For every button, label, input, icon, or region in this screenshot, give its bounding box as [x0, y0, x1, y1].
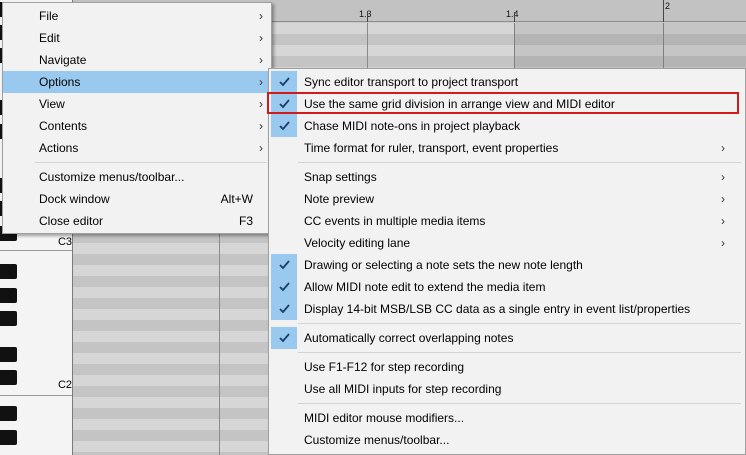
ruler-tick — [367, 12, 368, 22]
menu-separator — [298, 352, 741, 353]
submenu-arrow-icon: › — [721, 214, 725, 228]
menu-separator — [35, 162, 267, 163]
option-14bit-cc[interactable]: Display 14-bit MSB/LSB CC data as a sing… — [269, 298, 745, 320]
menu-item-label: Navigate — [39, 53, 87, 67]
option-label: Chase MIDI note-ons in project playback — [304, 119, 521, 133]
option-label: Automatically correct overlapping notes — [304, 331, 514, 345]
checkmark-icon — [271, 115, 297, 137]
option-note-preview[interactable]: Note preview › — [269, 188, 745, 210]
checkmark-icon — [271, 71, 297, 93]
submenu-arrow-icon: › — [259, 31, 263, 45]
submenu-arrow-icon: › — [259, 97, 263, 111]
option-extend-media-item[interactable]: Allow MIDI note edit to extend the media… — [269, 276, 745, 298]
checkmark-icon — [271, 276, 297, 298]
option-label: Note preview — [304, 192, 375, 206]
octave-label-c3: C3 — [57, 236, 72, 248]
menu-separator — [298, 323, 741, 324]
option-correct-overlapping[interactable]: Automatically correct overlapping notes — [269, 327, 745, 349]
option-label: CC events in multiple media items — [304, 214, 486, 228]
submenu-arrow-icon: › — [721, 192, 725, 206]
submenu-arrow-icon: › — [259, 9, 263, 23]
menu-item-close-editor[interactable]: Close editor F3 — [3, 210, 271, 232]
menu-item-edit[interactable]: Edit › — [3, 27, 271, 49]
black-key[interactable] — [0, 347, 17, 362]
menu-separator — [298, 403, 741, 404]
option-label: Time format for ruler, transport, event … — [304, 141, 559, 155]
checkmark-icon — [271, 298, 297, 320]
menu-item-label: Close editor — [39, 214, 104, 228]
black-key[interactable] — [0, 430, 17, 445]
menu-item-label: Contents — [39, 119, 88, 133]
menu-item-dock-window[interactable]: Dock window Alt+W — [3, 188, 271, 210]
option-mouse-modifiers[interactable]: MIDI editor mouse modifiers... — [269, 407, 745, 429]
submenu-arrow-icon: › — [721, 141, 725, 155]
option-cc-events[interactable]: CC events in multiple media items › — [269, 210, 745, 232]
menu-item-label: View — [39, 97, 65, 111]
option-label: Customize menus/toolbar... — [304, 433, 450, 447]
submenu-arrow-icon: › — [259, 75, 263, 89]
editor-context-menu: File › Edit › Navigate › Options › View … — [2, 2, 272, 234]
octave-label-c2: C2 — [57, 379, 72, 391]
option-label: Allow MIDI note edit to extend the media… — [304, 280, 546, 294]
menu-item-customize[interactable]: Customize menus/toolbar... — [3, 166, 271, 188]
menu-item-label: Dock window — [39, 192, 110, 206]
menu-separator — [298, 162, 741, 163]
submenu-arrow-icon: › — [721, 170, 725, 184]
black-key[interactable] — [0, 311, 17, 326]
option-label: Snap settings — [304, 170, 377, 184]
option-customize-menus[interactable]: Customize menus/toolbar... — [269, 429, 745, 451]
option-label: Sync editor transport to project transpo… — [304, 75, 519, 89]
option-time-format[interactable]: Time format for ruler, transport, event … — [269, 137, 745, 159]
menu-item-view[interactable]: View › — [3, 93, 271, 115]
option-chase-note-ons[interactable]: Chase MIDI note-ons in project playback — [269, 115, 745, 137]
option-label: Drawing or selecting a note sets the new… — [304, 258, 583, 272]
ruler-tick — [663, 0, 664, 22]
key-divider — [0, 395, 72, 396]
ruler-mark: 2 — [665, 1, 671, 11]
ruler-mark: 1.3 — [359, 9, 372, 19]
menu-item-label: Options — [39, 75, 81, 89]
option-label: Velocity editing lane — [304, 236, 411, 250]
black-key[interactable] — [0, 264, 17, 279]
checkmark-icon — [271, 327, 297, 349]
menu-item-file[interactable]: File › — [3, 5, 271, 27]
menu-item-label: Customize menus/toolbar... — [39, 170, 185, 184]
options-submenu: Sync editor transport to project transpo… — [268, 68, 746, 455]
option-all-midi-inputs[interactable]: Use all MIDI inputs for step recording — [269, 378, 745, 400]
option-label: MIDI editor mouse modifiers... — [304, 411, 465, 425]
submenu-arrow-icon: › — [259, 119, 263, 133]
menu-item-label: Actions — [39, 141, 79, 155]
menu-item-actions[interactable]: Actions › — [3, 137, 271, 159]
menu-shortcut: Alt+W — [220, 192, 253, 206]
menu-item-label: Edit — [39, 31, 60, 45]
checkmark-icon — [271, 254, 297, 276]
menu-shortcut: F3 — [238, 214, 253, 228]
black-key[interactable] — [0, 370, 17, 385]
black-key[interactable] — [0, 288, 17, 303]
option-f1-f12-step[interactable]: Use F1-F12 for step recording — [269, 356, 745, 378]
ruler-tick — [514, 12, 515, 22]
option-sync-transport[interactable]: Sync editor transport to project transpo… — [269, 71, 745, 93]
option-label: Use F1-F12 for step recording — [304, 360, 465, 374]
submenu-arrow-icon: › — [259, 53, 263, 67]
option-label: Display 14-bit MSB/LSB CC data as a sing… — [304, 302, 691, 316]
menu-item-navigate[interactable]: Navigate › — [3, 49, 271, 71]
menu-item-label: File — [39, 9, 59, 23]
option-snap-settings[interactable]: Snap settings › — [269, 166, 745, 188]
option-velocity-lane[interactable]: Velocity editing lane › — [269, 232, 745, 254]
option-label: Use all MIDI inputs for step recording — [304, 382, 502, 396]
option-label: Use the same grid division in arrange vi… — [304, 97, 615, 111]
menu-item-contents[interactable]: Contents › — [3, 115, 271, 137]
ruler-mark: 1.4 — [506, 9, 519, 19]
key-divider — [0, 250, 72, 251]
submenu-arrow-icon: › — [721, 236, 725, 250]
black-key[interactable] — [0, 406, 17, 421]
checkmark-icon — [271, 93, 297, 115]
submenu-arrow-icon: › — [259, 141, 263, 155]
option-same-grid-division[interactable]: Use the same grid division in arrange vi… — [269, 93, 745, 115]
option-note-length[interactable]: Drawing or selecting a note sets the new… — [269, 254, 745, 276]
menu-item-options[interactable]: Options › — [3, 71, 271, 93]
